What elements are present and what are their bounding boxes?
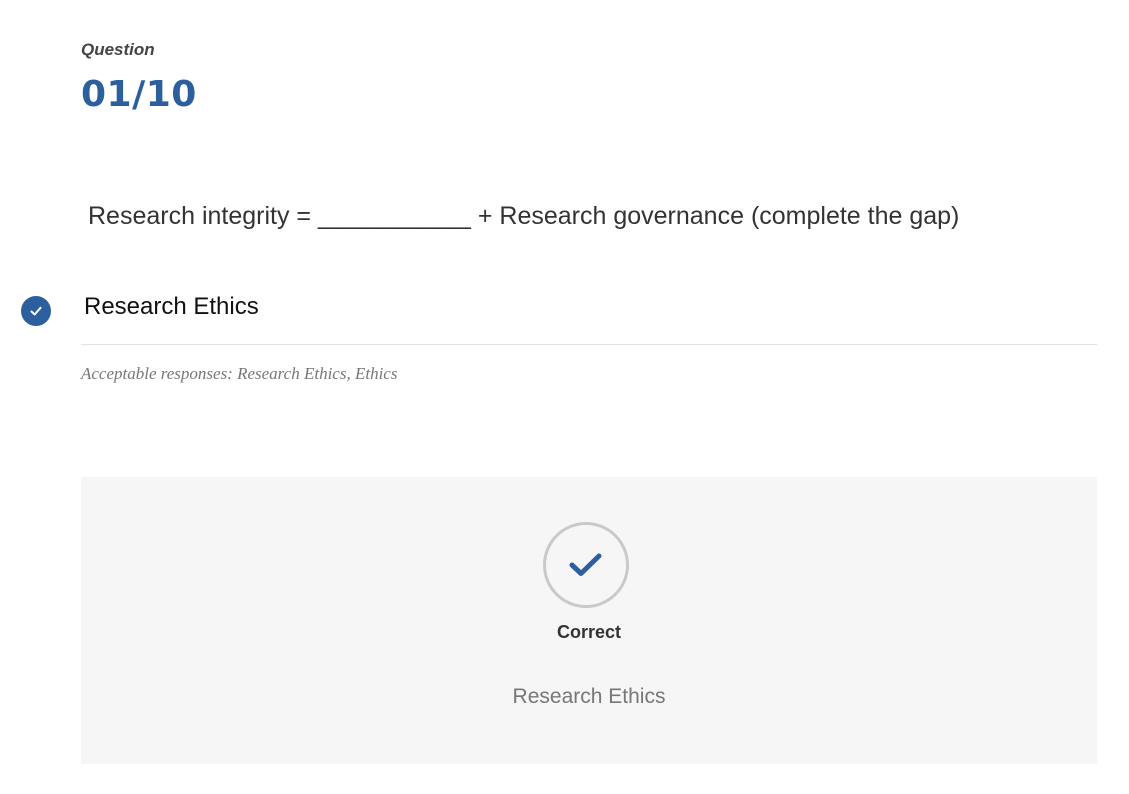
question-label: Question [81,40,155,59]
check-icon [30,306,42,316]
check-icon [569,553,602,576]
divider [81,344,1097,345]
checkmark-icon [543,522,629,608]
acceptable-responses: Acceptable responses: Research Ethics, E… [81,364,398,383]
feedback-status: Correct [556,622,622,642]
feedback-panel: Correct Research Ethics [81,477,1097,764]
question-number: 01/10 [81,74,197,115]
submitted-answer: Research Ethics [84,293,259,320]
answer-row: Research Ethics [0,282,1097,344]
check-circle-icon [21,296,51,326]
feedback-answer: Research Ethics [512,685,666,708]
question-prompt: Research integrity = ___________ + Resea… [88,202,960,230]
